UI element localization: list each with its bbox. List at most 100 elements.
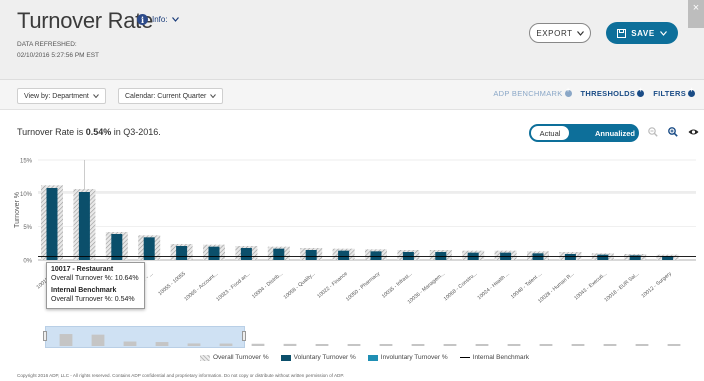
x-tick-label: 10065 - Account... <box>183 271 219 302</box>
voluntary-swatch <box>280 354 291 361</box>
legend-benchmark-label: Internal Benchmark <box>472 354 530 361</box>
thresholds-label: THRESHOLDS <box>580 89 636 98</box>
bar-voluntary[interactable] <box>78 192 90 260</box>
navigator-mini-bars <box>59 334 681 346</box>
bar-voluntary[interactable] <box>208 246 220 260</box>
calendar-label: Calendar: Current Quarter <box>125 92 207 100</box>
legend-involuntary[interactable]: Involuntary Turnover % <box>367 354 448 361</box>
turnover-chart: 0%5%10%15%Turnover % 10015 - ...10017 - … <box>14 159 696 305</box>
eye-icon[interactable] <box>688 127 699 137</box>
legend-overall[interactable]: Overall Turnover % <box>200 354 269 361</box>
navigator-bar <box>347 344 361 346</box>
chevron-down-icon <box>171 17 179 22</box>
legend-voluntary-label: Voluntary Turnover % <box>293 354 356 361</box>
navigator-bar <box>59 334 73 346</box>
view-by-dropdown[interactable]: View by: Department <box>17 88 106 104</box>
plus-icon <box>564 87 572 97</box>
navigator-bar <box>283 343 297 346</box>
x-tick-label: 10023 - Food an... <box>215 271 251 303</box>
page-header: Turnover Rate i Info: DATA REFRESHED: 02… <box>0 0 704 79</box>
plus-icon <box>637 87 645 97</box>
legend-voluntary[interactable]: Voluntary Turnover % <box>280 354 356 361</box>
page-title: Turnover Rate <box>17 8 153 33</box>
navigator-bar <box>251 343 265 346</box>
zoom-out-icon[interactable] <box>648 127 658 137</box>
export-label: EXPORT <box>536 28 573 38</box>
bar-voluntary[interactable] <box>305 250 317 260</box>
tooltip-bench-value: Overall Turnover %: 0.54% <box>51 296 135 303</box>
tooltip-overall: Overall Turnover %: 10.64% <box>51 275 139 282</box>
benchmark-swatch <box>459 356 470 359</box>
summary-prefix: Turnover Rate is <box>17 127 86 137</box>
chart-tools <box>648 127 699 137</box>
refresh-info: DATA REFRESHED: 02/10/2016 5:27:56 PM ES… <box>17 39 99 61</box>
adp-benchmark-link[interactable]: ADP BENCHMARK <box>493 87 572 98</box>
navigator-bar <box>603 344 617 346</box>
overall-swatch <box>200 354 210 361</box>
navigator-bar <box>443 344 457 346</box>
navigator-bar <box>187 343 201 346</box>
x-tick-label: 10028 - Human R... <box>537 271 576 305</box>
save-button[interactable]: SAVE <box>606 22 678 44</box>
y-tick-label: 0% <box>23 259 32 265</box>
tooltip-bench-title: Internal Benchmark <box>51 287 117 294</box>
y-tick-label: 5% <box>23 225 32 231</box>
y-tick-label: 10% <box>20 192 33 198</box>
chevron-down-icon <box>659 30 667 36</box>
bar-voluntary[interactable] <box>597 254 609 260</box>
legend-overall-label: Overall Turnover % <box>213 354 269 361</box>
navigator-bar <box>635 344 649 346</box>
bar-voluntary[interactable] <box>273 248 285 260</box>
info-label: Info: <box>152 15 168 24</box>
bar-voluntary[interactable] <box>176 246 188 260</box>
save-icon <box>617 28 627 38</box>
x-tick-label: 10043 - Executi... <box>573 271 608 302</box>
summary-text: Turnover Rate is 0.54% in Q3-2016. <box>17 127 161 137</box>
navigator-bar <box>123 341 137 346</box>
info-menu[interactable]: i Info: <box>137 14 179 25</box>
navigator-bar <box>315 344 329 346</box>
x-tick-label: 10068 - Constru... <box>443 271 479 302</box>
chart-tooltip: 10017 - Restaurant Overall Turnover %: 1… <box>46 262 145 309</box>
copyright-text: Copyright 2016 ADP, LLC - All rights res… <box>17 373 345 378</box>
bar-voluntary[interactable] <box>338 250 350 260</box>
close-icon[interactable]: × <box>688 0 704 28</box>
x-tick-label: 10022 - Finance <box>316 271 349 300</box>
navigator-bar <box>219 343 233 346</box>
adp-benchmark-label: ADP BENCHMARK <box>493 89 563 98</box>
thresholds-link[interactable]: THRESHOLDS <box>580 87 645 98</box>
bar-voluntary[interactable] <box>564 254 576 260</box>
summary-value: 0.54% <box>85 127 112 137</box>
involuntary-swatch <box>367 354 378 361</box>
bar-voluntary[interactable] <box>370 251 382 260</box>
export-button[interactable]: EXPORT <box>529 23 591 43</box>
legend-benchmark[interactable]: Internal Benchmark <box>459 354 530 361</box>
calendar-dropdown[interactable]: Calendar: Current Quarter <box>118 88 224 104</box>
navigator-bar <box>667 344 681 346</box>
save-label: SAVE <box>631 28 655 38</box>
x-tick-label: 10004 - Distrib... <box>251 271 284 300</box>
refreshed-value: 02/10/2016 5:27:56 PM EST <box>17 52 100 59</box>
navigator-bar <box>571 344 585 346</box>
toggle-actual[interactable]: Actual <box>531 126 569 140</box>
chevron-down-icon <box>576 30 584 36</box>
x-tick-label: 10012 - Surgery <box>641 271 674 300</box>
zoom-in-icon[interactable] <box>668 127 678 137</box>
navigator-bar <box>379 344 393 346</box>
y-axis-label: Turnover % <box>14 192 21 228</box>
chevron-down-icon <box>92 94 99 98</box>
x-tick-label: 10035 - Infrast... <box>381 271 414 300</box>
navigator-bar <box>475 344 489 346</box>
actual-annualized-toggle[interactable]: Actual Annualized <box>529 124 639 142</box>
navigator-bar <box>507 344 521 346</box>
chevron-down-icon <box>210 94 217 98</box>
filters-label: FILTERS <box>653 89 686 98</box>
bar-voluntary[interactable] <box>46 188 58 260</box>
navigator-bar <box>91 334 105 346</box>
x-tick-label: 10055 - 10055 <box>157 271 187 297</box>
filters-link[interactable]: FILTERS <box>653 87 695 98</box>
view-by-label: View by: Department <box>24 92 89 100</box>
bar-voluntary[interactable] <box>240 248 252 260</box>
toggle-annualized[interactable]: Annualized <box>595 124 635 142</box>
plus-icon <box>688 87 695 97</box>
